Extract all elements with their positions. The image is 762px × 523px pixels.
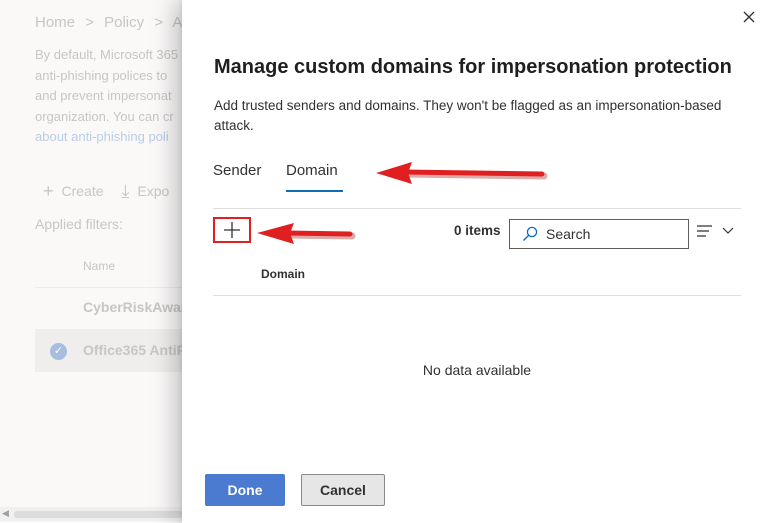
column-header-domain[interactable]: Domain	[261, 267, 305, 281]
tab-sender[interactable]: Sender	[213, 162, 261, 179]
search-box[interactable]	[509, 219, 689, 249]
selected-tab-indicator	[286, 190, 343, 192]
panel-title: Manage custom domains for impersonation …	[214, 56, 732, 78]
close-button[interactable]	[738, 6, 760, 28]
search-icon	[523, 226, 538, 241]
description-line: and prevent impersonat	[35, 88, 172, 103]
breadcrumb: Home > Policy > An	[35, 14, 197, 31]
checkmark-icon: ✓	[50, 343, 67, 360]
policy-row: Office365 AntiP	[83, 342, 186, 358]
column-header-name: Name	[83, 259, 116, 273]
applied-filters-label: Applied filters:	[35, 216, 123, 232]
create-button: + Create	[43, 182, 104, 200]
close-icon	[743, 11, 755, 23]
background-toolbar: + Create ⤓ Expo	[43, 182, 183, 200]
description-line: anti-phishing polices to	[35, 67, 168, 83]
download-icon: ⤓	[121, 181, 130, 201]
description-line: By default, Microsoft 365	[35, 47, 179, 62]
scroll-left-icon: ◀	[2, 508, 9, 518]
search-input[interactable]	[546, 226, 676, 242]
manage-domains-panel: Manage custom domains for impersonation …	[182, 0, 762, 523]
panel-subtitle: Add trusted senders and domains. They wo…	[214, 98, 722, 133]
policy-row: CyberRiskAware	[83, 299, 195, 315]
empty-state-message: No data available	[422, 362, 532, 378]
breadcrumb-separator: >	[154, 14, 164, 31]
table-header-divider	[213, 295, 741, 296]
add-domain-button[interactable]	[213, 217, 251, 243]
export-label: Expo	[137, 183, 170, 199]
toolbar-divider	[213, 208, 741, 209]
create-label: Create	[61, 183, 104, 199]
tab-domain[interactable]: Domain	[286, 162, 338, 179]
learn-more-link: about anti-phishing poli	[35, 129, 169, 144]
chevron-down-icon	[722, 227, 734, 234]
breadcrumb-separator: >	[85, 14, 94, 31]
page-description: By default, Microsoft 365 anti-phishing …	[35, 45, 185, 148]
items-count: 0 items	[454, 223, 501, 238]
export-button: ⤓ Expo	[121, 182, 169, 200]
plus-icon	[224, 222, 240, 238]
plus-icon: +	[43, 181, 54, 201]
filter-button[interactable]	[696, 222, 738, 240]
cancel-button[interactable]: Cancel	[301, 474, 385, 506]
breadcrumb-home: Home	[35, 14, 76, 31]
description-line: organization. You can cr	[35, 108, 174, 124]
done-button[interactable]: Done	[205, 474, 285, 506]
scrollbar-thumb	[14, 511, 184, 518]
filter-lines-icon	[697, 225, 734, 237]
row-divider	[35, 287, 185, 288]
breadcrumb-policy: Policy	[104, 14, 145, 31]
horizontal-scrollbar: ◀	[0, 507, 190, 521]
